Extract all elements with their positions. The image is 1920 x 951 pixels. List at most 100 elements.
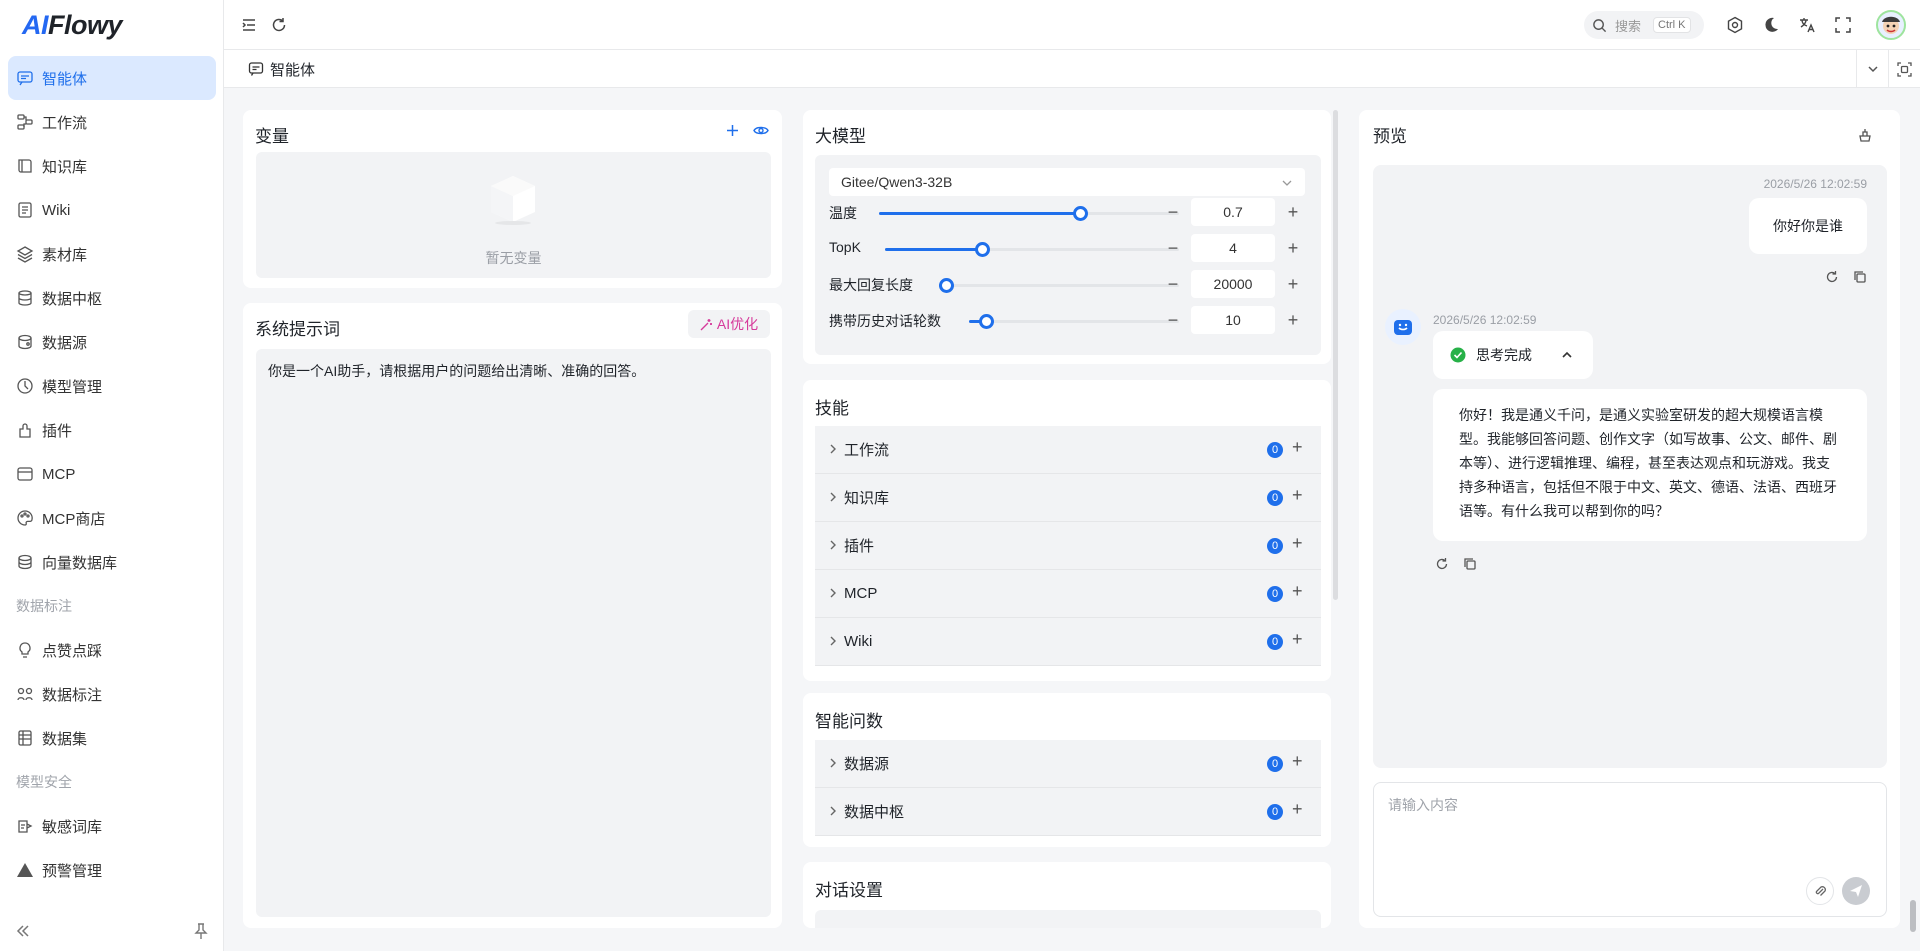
ai-optimize-button[interactable]: AI优化 <box>688 310 770 338</box>
param-value-input[interactable]: 4 <box>1191 234 1275 262</box>
skills-rows-row[interactable]: 工作流 0 + <box>815 426 1321 474</box>
sidebar-item-4[interactable]: 素材库 <box>8 232 216 276</box>
param-increment-button[interactable]: + <box>1283 238 1303 258</box>
sidebar-item-annotation-2[interactable]: 数据集 <box>8 716 216 760</box>
attach-button[interactable] <box>1806 877 1834 905</box>
param-decrement-button[interactable]: − <box>1163 202 1183 222</box>
skills-rows-row[interactable]: 插件 0 + <box>815 522 1321 570</box>
book-icon <box>18 159 32 173</box>
add-icon[interactable]: + <box>1292 581 1303 602</box>
variables-title: 变量 <box>255 127 289 146</box>
empty-box-icon <box>485 166 541 226</box>
send-button[interactable] <box>1842 877 1870 905</box>
skills-rows-row[interactable]: MCP 0 + <box>815 570 1321 618</box>
sidebar-nav: 智能体工作流知识库 Wiki 素材库 数据中枢 数据源 模型管理 插件 MCP MCP商店 向量数… <box>0 56 224 892</box>
smart-query-title: 智能问数 <box>815 712 883 731</box>
search-placeholder: 搜索 <box>1615 18 1642 34</box>
sidebar-item-11[interactable]: 向量数据库 <box>8 540 216 584</box>
tab-dropdown-button[interactable] <box>1856 50 1888 88</box>
tab-agent[interactable]: 智能体 <box>248 58 315 80</box>
layers-icon <box>16 246 34 263</box>
sidebar-item-0[interactable]: 智能体 <box>8 56 216 100</box>
sidebar-item-8[interactable]: 插件 <box>8 408 216 452</box>
clear-chat-icon[interactable] <box>1857 127 1873 143</box>
vector-db-icon <box>18 554 32 570</box>
add-icon[interactable]: + <box>1292 485 1303 506</box>
sidebar-item-3[interactable]: Wiki <box>8 188 216 232</box>
param-value-input[interactable]: 10 <box>1191 306 1275 334</box>
bot-message-copy-icon[interactable] <box>1463 557 1477 571</box>
sidebar-item-9[interactable]: MCP <box>8 452 216 496</box>
add-variable-icon[interactable] <box>725 123 740 138</box>
system-prompt-textarea[interactable]: 你是一个AI助手，请根据用户的问题给出清晰、准确的回答。 <box>256 349 771 917</box>
translate-icon[interactable] <box>1798 16 1816 34</box>
slider-handle[interactable] <box>975 242 990 257</box>
param-decrement-button[interactable]: − <box>1163 310 1183 330</box>
sidebar-item-annotation-0[interactable]: 点赞点踩 <box>8 628 216 672</box>
sidebar-item-1[interactable]: 工作流 <box>8 100 216 144</box>
param-label-3: 携带历史对话轮数 <box>829 313 941 329</box>
settings-icon[interactable] <box>1726 16 1744 34</box>
user-message-time: 2026/5/26 12:02:59 <box>1763 177 1867 191</box>
param-value-input[interactable]: 20000 <box>1191 270 1275 298</box>
smart_query-rows-row[interactable]: 数据中枢 0 + <box>815 788 1321 836</box>
param-slider-1[interactable] <box>885 242 1179 257</box>
menu-toggle-icon[interactable] <box>240 16 258 34</box>
param-slider-0[interactable] <box>879 206 1179 221</box>
model-select[interactable]: Gitee/Qwen3-32B <box>829 168 1305 196</box>
slider-handle[interactable] <box>1073 206 1088 221</box>
user-message-copy-icon[interactable] <box>1853 270 1867 284</box>
preview-variable-icon[interactable] <box>753 123 769 138</box>
param-increment-button[interactable]: + <box>1283 310 1303 330</box>
add-icon[interactable]: + <box>1292 533 1303 554</box>
sidebar-item-security-1[interactable]: 预警管理 <box>8 848 216 892</box>
sidebar-item-annotation-1[interactable]: 数据标注 <box>8 672 216 716</box>
slider-handle[interactable] <box>939 278 954 293</box>
config-scrollbar[interactable] <box>1333 110 1338 600</box>
sidebar-item-security-0[interactable]: 敏感词库 <box>8 804 216 848</box>
sidebar-item-label: 工作流 <box>42 114 88 132</box>
bot-message-retry-icon[interactable] <box>1435 557 1449 571</box>
param-slider-2[interactable] <box>939 278 1179 293</box>
mcp-icon <box>17 467 33 481</box>
global-search[interactable]: 搜索 Ctrl K <box>1584 11 1704 39</box>
param-decrement-button[interactable]: − <box>1163 274 1183 294</box>
dark-mode-icon[interactable] <box>1762 16 1780 34</box>
fullscreen-icon[interactable] <box>1834 16 1852 34</box>
app-logo[interactable]: AIFlowy <box>22 8 123 42</box>
add-icon[interactable]: + <box>1292 437 1303 458</box>
pin-icon[interactable] <box>192 922 210 940</box>
param-slider-3[interactable] <box>969 314 1179 329</box>
sidebar-item-label: 数据集 <box>42 730 88 748</box>
skills-rows-row[interactable]: 知识库 0 + <box>815 474 1321 522</box>
sidebar-item-10[interactable]: MCP商店 <box>8 496 216 540</box>
tab-bar: 智能体 <box>224 50 1920 88</box>
dialog-settings-row[interactable] <box>815 910 1321 928</box>
user-avatar[interactable] <box>1876 10 1906 40</box>
smart_query-rows-row[interactable]: 数据源 0 + <box>815 740 1321 788</box>
sidebar-item-7[interactable]: 模型管理 <box>8 364 216 408</box>
page-scrollbar[interactable] <box>1910 900 1916 932</box>
user-message-retry-icon[interactable] <box>1825 270 1839 284</box>
add-icon[interactable]: + <box>1292 629 1303 650</box>
collapse-sidebar-icon[interactable] <box>14 922 32 940</box>
param-value-input[interactable]: 0.7 <box>1191 198 1275 226</box>
sidebar-item-2[interactable]: 知识库 <box>8 144 216 188</box>
add-icon[interactable]: + <box>1292 751 1303 772</box>
param-increment-button[interactable]: + <box>1283 274 1303 294</box>
sidebar-item-label: 数据标注 <box>42 686 103 704</box>
add-icon[interactable]: + <box>1292 799 1303 820</box>
system-prompt-text: 你是一个AI助手，请根据用户的问题给出清晰、准确的回答。 <box>268 363 646 379</box>
refresh-icon[interactable] <box>270 16 288 34</box>
param-increment-button[interactable]: + <box>1283 202 1303 222</box>
send-icon <box>1850 885 1862 897</box>
sidebar-item-5[interactable]: 数据中枢 <box>8 276 216 320</box>
chevron-down-icon <box>1867 66 1878 73</box>
param-decrement-button[interactable]: − <box>1163 238 1183 258</box>
chat-input-box[interactable]: 请输入内容 <box>1373 782 1887 917</box>
skills-rows-row[interactable]: Wiki 0 + <box>815 618 1321 666</box>
slider-handle[interactable] <box>979 314 994 329</box>
sidebar-item-6[interactable]: 数据源 <box>8 320 216 364</box>
tab-maximize-button[interactable] <box>1888 50 1920 88</box>
thinking-status[interactable]: 思考完成 <box>1433 331 1593 379</box>
